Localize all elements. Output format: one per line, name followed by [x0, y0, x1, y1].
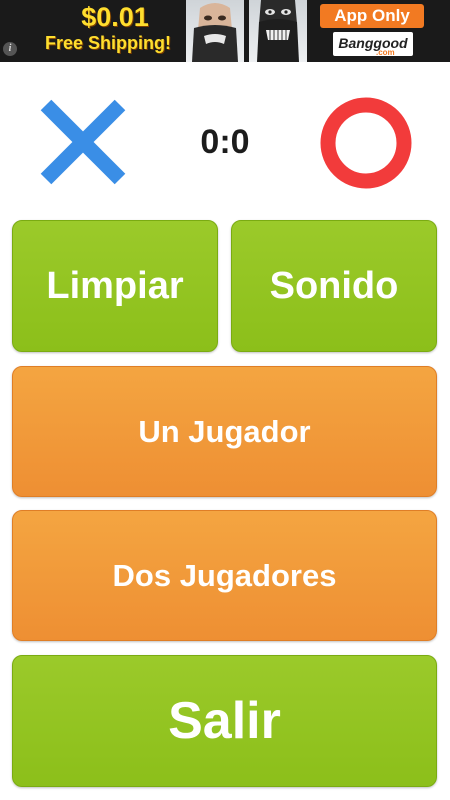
ad-shipping-text: Free Shipping!: [45, 33, 171, 53]
o-icon: [318, 95, 414, 191]
ad-product-image-face-mask: [186, 0, 244, 62]
score-row: 0:0: [0, 62, 450, 222]
two-players-button-label: Dos Jugadores: [112, 557, 337, 593]
ad-brand-logo: Banggood: [333, 32, 413, 56]
info-icon[interactable]: i: [3, 42, 17, 56]
x-icon: [36, 95, 130, 189]
clear-button[interactable]: Limpiar: [12, 220, 218, 352]
ad-brand-suffix: .com: [376, 48, 395, 57]
ad-product-image-skull-mask: [249, 0, 307, 62]
one-player-button-label: Un Jugador: [138, 413, 311, 449]
exit-button-label: Salir: [168, 692, 281, 750]
ad-price-text: $0.01: [81, 2, 149, 32]
ad-banner[interactable]: i $0.01 Free Shipping! App Only Banggood…: [0, 0, 450, 62]
sound-button-label: Sonido: [269, 264, 399, 307]
clear-button-label: Limpiar: [46, 264, 184, 307]
exit-button[interactable]: Salir: [12, 655, 437, 787]
two-players-button[interactable]: Dos Jugadores: [12, 510, 437, 641]
score-display: 0:0: [200, 123, 250, 161]
one-player-button[interactable]: Un Jugador: [12, 366, 437, 497]
ad-cta-button[interactable]: App Only: [320, 4, 424, 28]
sound-button[interactable]: Sonido: [231, 220, 437, 352]
